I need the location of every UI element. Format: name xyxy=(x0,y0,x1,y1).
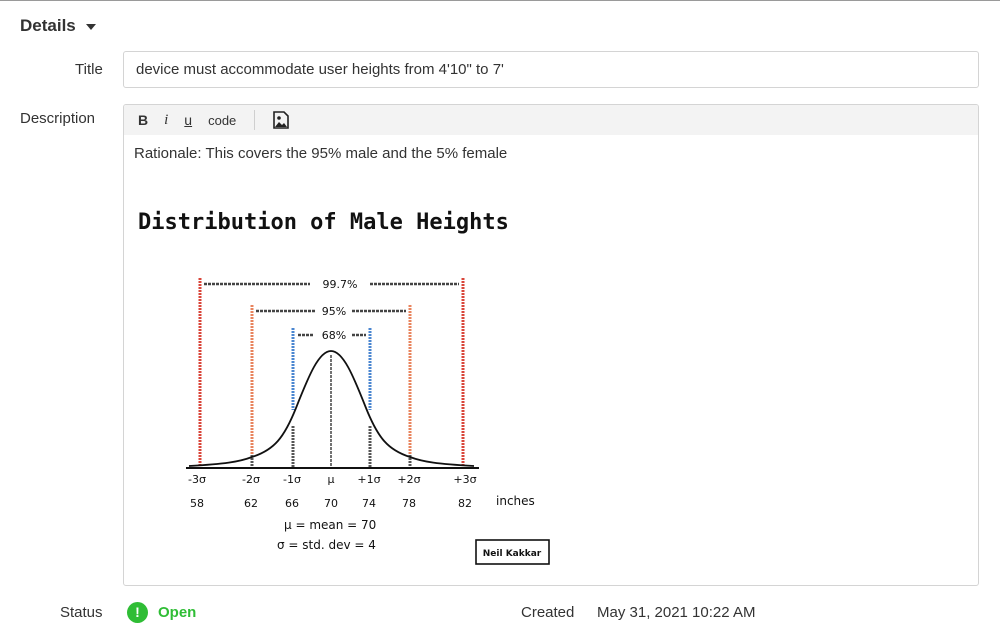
editor-toolbar: B i u code xyxy=(124,105,978,135)
figure-title: Distribution of Male Heights xyxy=(138,210,509,235)
underline-button[interactable]: u xyxy=(184,112,192,128)
sigma-tick-label: -3σ xyxy=(188,473,206,486)
description-editor[interactable]: B i u code Rationale: This covers the 95… xyxy=(123,104,979,586)
pct-68-label: 68% xyxy=(322,329,346,342)
status-row: Status ! Open Created May 31, 2021 10:22… xyxy=(0,602,1000,624)
top-divider xyxy=(0,0,1000,1)
title-input[interactable] xyxy=(123,51,979,88)
sigma-tick-label: +2σ xyxy=(397,473,420,486)
status-value[interactable]: Open xyxy=(158,604,196,621)
value-tick-label: 74 xyxy=(362,497,376,510)
created-label: Created xyxy=(521,604,575,621)
caret-down-icon xyxy=(85,23,96,30)
sigma-tick-label: +3σ xyxy=(453,473,476,486)
height-distribution-figure: Distribution of Male Heights 99.7% 95% 6… xyxy=(134,200,564,575)
value-tick-label: 70 xyxy=(324,497,338,510)
title-label: Title xyxy=(75,61,103,78)
value-tick-label: 66 xyxy=(285,497,299,510)
description-text: Rationale: This covers the 95% male and … xyxy=(134,145,508,162)
description-label: Description xyxy=(20,110,96,127)
legend-mean: μ = mean = 70 xyxy=(284,518,376,532)
toolbar-separator xyxy=(254,110,256,130)
value-tick-label: 58 xyxy=(190,497,204,510)
italic-button[interactable]: i xyxy=(164,112,168,129)
sigma-tick-label: +1σ xyxy=(357,473,380,486)
pct-95-label: 95% xyxy=(322,305,346,318)
insert-image-icon[interactable] xyxy=(273,111,290,129)
legend-sd: σ = std. dev = 4 xyxy=(277,538,376,552)
value-tick-label: 82 xyxy=(458,497,472,510)
sigma-tick-label: -1σ xyxy=(283,473,301,486)
pct-997-label: 99.7% xyxy=(323,278,358,291)
section-title: Details xyxy=(20,16,76,35)
signature-text: Neil Kakkar xyxy=(483,549,542,559)
details-section-toggle[interactable]: Details xyxy=(20,16,96,36)
value-labels: 58 62 66 70 74 78 82 xyxy=(190,497,472,510)
exclamation-icon: ! xyxy=(127,602,148,623)
value-tick-label: 62 xyxy=(244,497,258,510)
sigma-tick-label: -2σ xyxy=(242,473,260,486)
bold-button[interactable]: B xyxy=(138,112,148,128)
sigma-labels: -3σ -2σ -1σ μ +1σ +2σ +3σ xyxy=(188,473,477,486)
unit-label: inches xyxy=(496,494,535,508)
created-value: May 31, 2021 10:22 AM xyxy=(597,604,756,621)
code-button[interactable]: code xyxy=(208,113,236,128)
sigma-tick-label: μ xyxy=(328,473,335,486)
status-label: Status xyxy=(60,604,103,621)
value-tick-label: 78 xyxy=(402,497,416,510)
